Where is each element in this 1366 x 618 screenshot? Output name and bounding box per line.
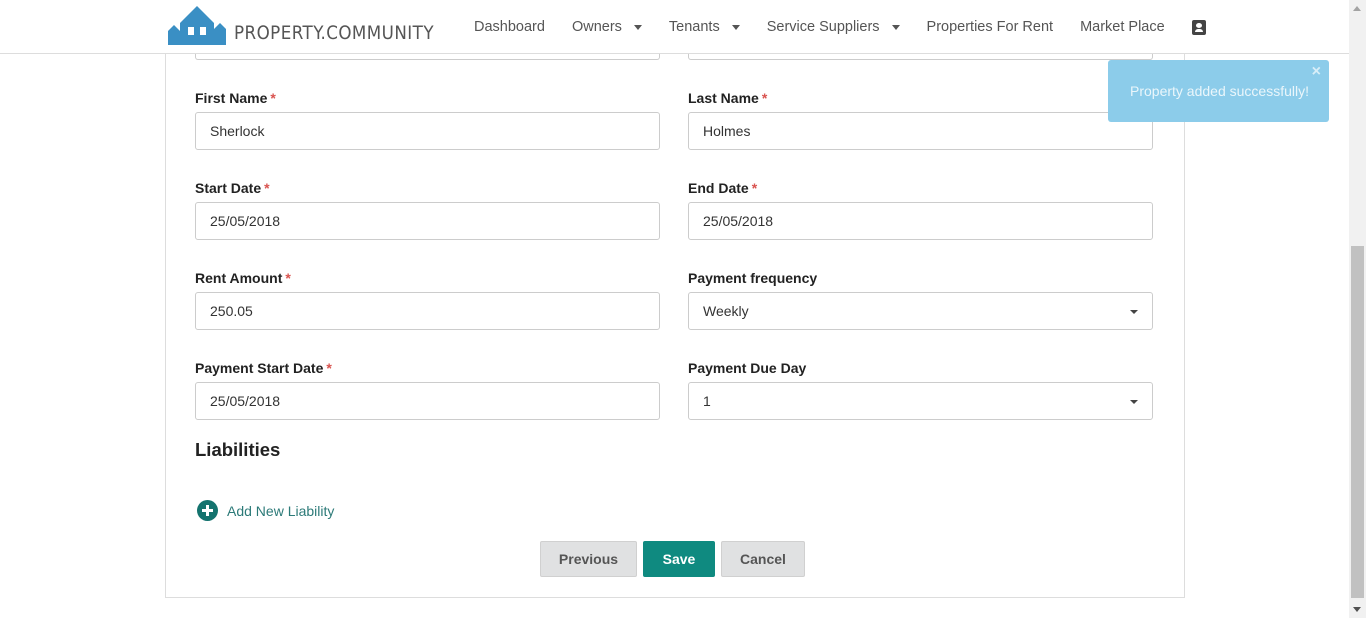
payment-frequency-select[interactable]: Weekly bbox=[688, 292, 1153, 330]
start-date-input[interactable]: 25/05/2018 bbox=[195, 202, 660, 240]
end-date-label: End Date * bbox=[688, 180, 758, 196]
nav-service-suppliers[interactable]: Service Suppliers bbox=[767, 19, 900, 35]
required-marker: * bbox=[285, 270, 291, 286]
caret-down-icon bbox=[633, 24, 642, 30]
payment-due-day-label: Payment Due Day bbox=[688, 360, 807, 376]
brand-logo[interactable]: PROPERTY.COMMUNITY bbox=[168, 5, 461, 45]
payment-start-date-input[interactable]: 25/05/2018 bbox=[195, 382, 660, 420]
top-navbar: PROPERTY.COMMUNITY Dashboard Owners Tena… bbox=[0, 0, 1349, 54]
nav-label: Dashboard bbox=[474, 19, 545, 35]
select-value: Weekly bbox=[703, 303, 749, 319]
first-name-input[interactable]: Sherlock bbox=[195, 112, 660, 150]
contact-card-icon bbox=[1191, 19, 1206, 35]
nav-label: Owners bbox=[571, 19, 622, 35]
start-date-label: Start Date * bbox=[195, 180, 270, 196]
add-new-liability-link[interactable]: Add New Liability bbox=[197, 500, 334, 521]
brand-name: PROPERTY.COMMUNITY bbox=[234, 22, 434, 44]
scroll-thumb[interactable] bbox=[1351, 246, 1364, 598]
required-marker: * bbox=[326, 360, 332, 376]
cancel-button[interactable]: Cancel bbox=[721, 541, 805, 577]
select-value: 1 bbox=[703, 393, 711, 409]
payment-frequency-label: Payment frequency bbox=[688, 270, 818, 286]
last-name-label: Last Name * bbox=[688, 90, 768, 106]
house-logo-icon bbox=[168, 6, 226, 45]
caret-down-icon bbox=[731, 24, 740, 30]
payment-start-date-label: Payment Start Date * bbox=[195, 360, 332, 376]
nav-label: Service Suppliers bbox=[766, 19, 880, 35]
last-name-input[interactable]: Holmes bbox=[688, 112, 1153, 150]
input-value: Holmes bbox=[703, 123, 751, 139]
liabilities-heading: Liabilities bbox=[195, 439, 281, 460]
rent-amount-input[interactable]: 250.05 bbox=[195, 292, 660, 330]
scroll-down-arrow-icon[interactable] bbox=[1353, 607, 1361, 612]
plus-circle-icon bbox=[197, 500, 218, 521]
end-date-input[interactable]: 25/05/2018 bbox=[688, 202, 1153, 240]
nav-label: Tenants bbox=[668, 19, 720, 35]
caret-down-icon bbox=[1130, 400, 1138, 404]
input-value: Sherlock bbox=[210, 123, 265, 139]
nav-market-place[interactable]: Market Place bbox=[1080, 19, 1165, 35]
input-value: 250.05 bbox=[210, 303, 253, 319]
first-name-label: First Name * bbox=[195, 90, 276, 106]
caret-down-icon bbox=[1130, 310, 1138, 314]
scrolled-input-right[interactable] bbox=[688, 54, 1153, 60]
scroll-up-arrow-icon[interactable] bbox=[1353, 6, 1361, 11]
nav-dashboard[interactable]: Dashboard bbox=[474, 19, 545, 35]
required-marker: * bbox=[270, 90, 276, 106]
input-value: 25/05/2018 bbox=[210, 213, 281, 229]
nav-tenants[interactable]: Tenants bbox=[669, 19, 740, 35]
input-value: 25/05/2018 bbox=[703, 213, 774, 229]
close-icon[interactable]: × bbox=[1312, 63, 1321, 81]
add-liability-label: Add New Liability bbox=[227, 502, 335, 519]
rent-amount-label: Rent Amount * bbox=[195, 270, 291, 286]
save-button[interactable]: Save bbox=[643, 541, 715, 577]
input-value: 25/05/2018 bbox=[210, 393, 281, 409]
caret-down-icon bbox=[891, 24, 900, 30]
scrolled-input-left[interactable] bbox=[195, 54, 660, 60]
account-button[interactable] bbox=[1191, 19, 1206, 35]
vertical-scrollbar[interactable] bbox=[1349, 0, 1366, 618]
nav-label: Properties For Rent bbox=[926, 19, 1054, 35]
nav-properties-for-rent[interactable]: Properties For Rent bbox=[927, 19, 1054, 35]
main-nav: Dashboard Owners Tenants Service Supplie… bbox=[474, 0, 1233, 54]
payment-due-day-select[interactable]: 1 bbox=[688, 382, 1153, 420]
previous-button[interactable]: Previous bbox=[540, 541, 637, 577]
required-marker: * bbox=[264, 180, 270, 196]
toast-message: Property added successfully! bbox=[1130, 83, 1309, 99]
required-marker: * bbox=[751, 180, 758, 196]
required-marker: * bbox=[761, 90, 768, 106]
nav-owners[interactable]: Owners bbox=[572, 19, 642, 35]
nav-label: Market Place bbox=[1080, 19, 1165, 35]
success-toast: × Property added successfully! bbox=[1108, 60, 1329, 122]
